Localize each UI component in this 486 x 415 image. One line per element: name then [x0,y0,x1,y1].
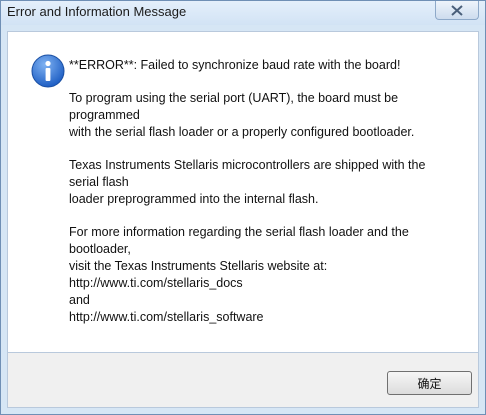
dialog-footer: 确定 [7,353,479,408]
message-text: **ERROR**: Failed to synchronize baud ra… [69,57,464,326]
info-icon [31,54,65,88]
close-icon [451,5,463,16]
error-dialog-window: Error and Information Message **ERROR**:… [0,0,486,415]
title-bar[interactable]: Error and Information Message [1,1,485,25]
message-paragraph-uart: To program using the serial port (UART),… [69,91,415,139]
error-heading: **ERROR**: Failed to synchronize baud ra… [69,58,401,72]
ok-button[interactable]: 确定 [387,371,472,395]
message-panel: **ERROR**: Failed to synchronize baud ra… [7,31,479,353]
message-paragraph-shipping: Texas Instruments Stellaris microcontrol… [69,158,426,206]
window-title: Error and Information Message [7,4,187,19]
message-paragraph-more-info: For more information regarding the seria… [69,225,409,324]
close-button[interactable] [435,1,479,20]
